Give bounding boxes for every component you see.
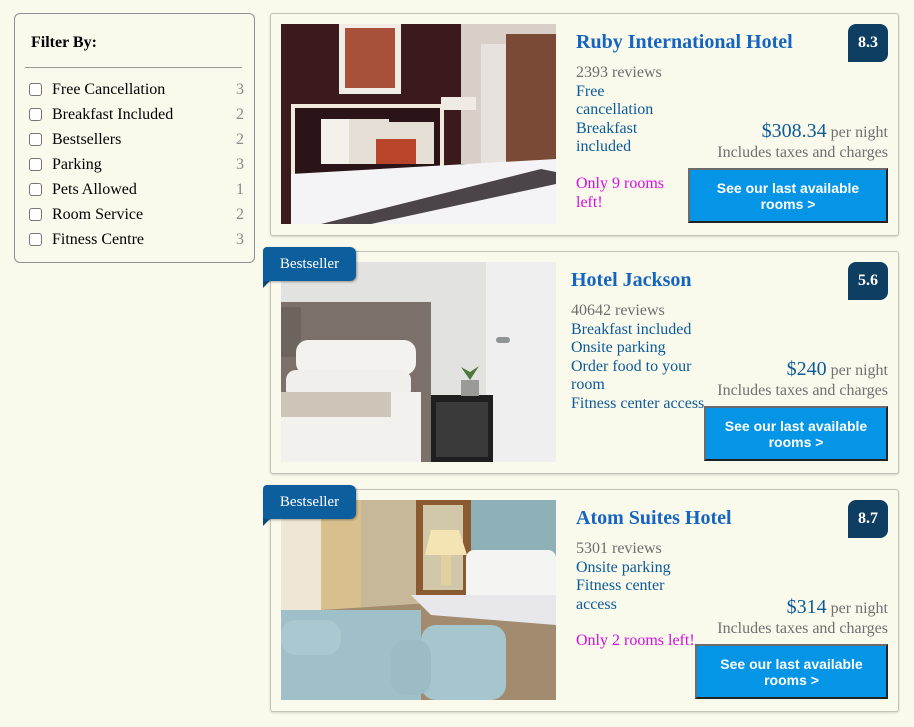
filter-count: 3 [236,155,244,173]
filter-item-parking[interactable]: Parking 3 [29,152,244,177]
bestseller-tag: Bestseller [263,247,356,288]
price: $308.34 [761,120,827,142]
fitness-centre-checkbox[interactable] [29,233,42,246]
per-night-label: per night [830,124,888,141]
feature-free-cancellation: Free cancellation [576,82,654,119]
hotel-info: 5301 reviews Onsite parking Fitness cent… [576,540,701,651]
feature-onsite-parking: Onsite parking [576,558,671,576]
taxes-note: Includes taxes and charges [717,620,888,637]
taxes-note: Includes taxes and charges [717,382,888,399]
hotel-name-link[interactable]: Ruby International Hotel [576,31,793,54]
per-night-label: per night [830,362,888,379]
parking-checkbox[interactable] [29,158,42,171]
rooms-left-notice: Only 2 rooms left! [576,632,695,650]
filter-label: Room Service [52,205,144,223]
filter-list: Free Cancellation 3 Breakfast Included 2… [29,77,244,252]
feature-fitness-center: Fitness center access [576,577,665,613]
filter-panel: Filter By: Free Cancellation 3 Breakfast… [14,13,255,263]
feature-fitness-center: Fitness center access [571,394,705,412]
review-count: 40642 reviews [571,302,665,319]
feature-onsite-parking: Onsite parking [571,339,666,357]
review-score-badge: 8.7 [848,500,888,538]
price: $314 [786,596,827,618]
feature-breakfast-included: Breakfast included [576,119,638,156]
filter-count: 3 [236,230,244,248]
filter-item-room-service[interactable]: Room Service 2 [29,202,244,227]
filter-divider [25,67,242,68]
see-available-rooms-button[interactable]: See our last available rooms > [695,644,888,699]
feature-breakfast-included: Breakfast included [571,320,692,338]
filter-count: 2 [236,130,244,148]
filter-label: Parking [52,155,102,173]
filter-label: Bestsellers [52,130,122,148]
taxes-note: Includes taxes and charges [717,144,888,161]
pets-allowed-checkbox[interactable] [29,183,42,196]
price: $240 [786,358,827,380]
hotel-photo[interactable] [281,500,556,700]
per-night-label: per night [830,600,888,617]
price-block: $240 per night Includes taxes and charge… [717,358,888,400]
filter-item-free-cancellation[interactable]: Free Cancellation 3 [29,77,244,102]
hotel-room-photo-blue-bench [281,500,556,700]
hotel-room-photo-grey-bed [281,262,556,462]
filter-title: Filter By: [31,34,97,51]
bestseller-tag: Bestseller [263,485,356,526]
hotel-card: Hotel Jackson 5.6 40642 reviews Breakfas… [270,251,899,474]
filter-item-bestsellers[interactable]: Bestsellers 2 [29,127,244,152]
review-score-badge: 5.6 [848,262,888,300]
filter-item-breakfast-included[interactable]: Breakfast Included 2 [29,102,244,127]
filter-label: Pets Allowed [52,180,137,198]
hotel-info: 2393 reviews Free cancellation Breakfast… [576,64,681,212]
review-count: 5301 reviews [576,540,662,557]
room-service-checkbox[interactable] [29,208,42,221]
hotel-name-link[interactable]: Atom Suites Hotel [576,507,732,530]
hotel-info: 40642 reviews Breakfast included Onsite … [571,302,711,414]
breakfast-included-checkbox[interactable] [29,108,42,121]
hotel-card: Ruby International Hotel 8.3 2393 review… [270,13,899,236]
price-block: $314 per night Includes taxes and charge… [717,596,888,638]
review-count: 2393 reviews [576,64,662,81]
filter-count: 3 [236,80,244,98]
feature-room-service: Order food to your room [571,357,692,394]
rooms-left-notice: Only 9 rooms left! [576,174,664,211]
see-available-rooms-button[interactable]: See our last available rooms > [704,406,888,461]
hotel-photo[interactable] [281,24,556,224]
hotel-name-link[interactable]: Hotel Jackson [571,269,692,292]
see-available-rooms-button[interactable]: See our last available rooms > [688,168,888,223]
review-score-badge: 8.3 [848,24,888,62]
bestsellers-checkbox[interactable] [29,133,42,146]
price-block: $308.34 per night Includes taxes and cha… [717,120,888,162]
hotel-card: Atom Suites Hotel 8.7 5301 reviews Onsit… [270,489,899,712]
filter-label: Fitness Centre [52,230,144,248]
filter-label: Breakfast Included [52,105,174,123]
filter-count: 1 [236,180,244,198]
hotel-room-photo-dark-headboard [281,24,556,224]
hotel-photo[interactable] [281,262,556,462]
free-cancellation-checkbox[interactable] [29,83,42,96]
filter-label: Free Cancellation [52,80,166,98]
filter-item-fitness-centre[interactable]: Fitness Centre 3 [29,227,244,252]
filter-count: 2 [236,205,244,223]
filter-item-pets-allowed[interactable]: Pets Allowed 1 [29,177,244,202]
filter-count: 2 [236,105,244,123]
